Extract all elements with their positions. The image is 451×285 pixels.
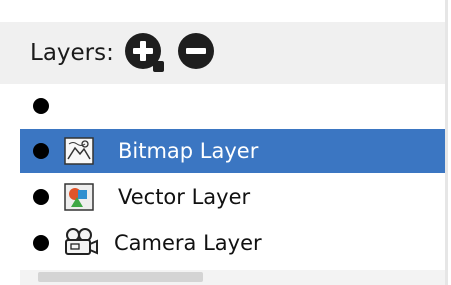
layer-visibility-dot[interactable] <box>33 235 49 251</box>
bitmap-layer-icon <box>63 135 95 167</box>
layer-row-vector[interactable]: Vector Layer <box>20 175 445 219</box>
scrollbar-thumb[interactable] <box>38 272 203 282</box>
layer-name: Camera Layer <box>114 231 262 255</box>
layer-name: Bitmap Layer <box>118 139 259 163</box>
layer-visibility-dot[interactable] <box>33 98 49 114</box>
add-layer-button[interactable] <box>125 33 164 72</box>
panel-right-border <box>445 0 448 285</box>
layer-name: Vector Layer <box>118 185 251 209</box>
layer-row-empty[interactable] <box>20 84 445 128</box>
layer-row-camera[interactable]: Camera Layer <box>20 221 445 265</box>
layers-title: Layers: <box>30 40 114 66</box>
remove-layer-button[interactable] <box>178 33 214 69</box>
layers-panel: Layers: Bitmap Layer Vector Layer Camera… <box>0 0 451 285</box>
vector-layer-icon <box>63 181 95 213</box>
panel-top-edge <box>0 0 451 22</box>
layer-row-bitmap[interactable]: Bitmap Layer <box>20 129 445 173</box>
layer-visibility-dot[interactable] <box>33 189 49 205</box>
camera-layer-icon <box>63 227 98 259</box>
layer-visibility-dot[interactable] <box>33 143 49 159</box>
